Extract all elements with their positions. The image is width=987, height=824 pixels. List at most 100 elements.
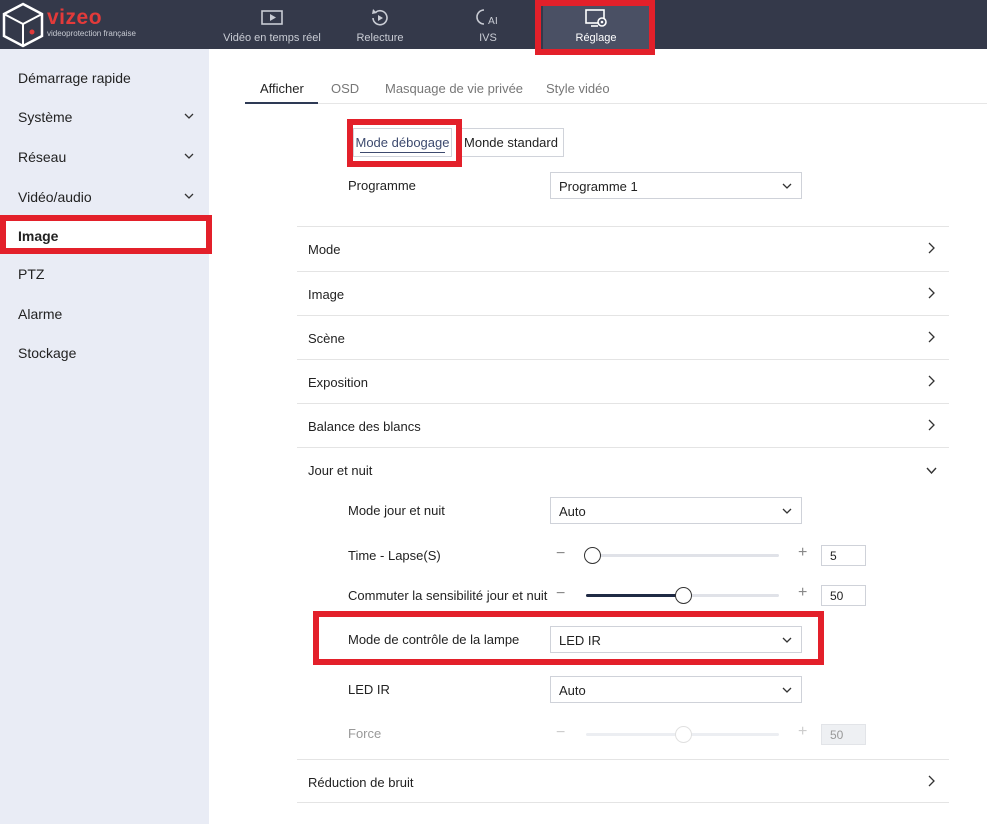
chevron-right-icon — [928, 242, 935, 254]
chevron-down-icon — [184, 193, 194, 199]
section-label: Image — [308, 287, 345, 302]
sidebar-item-label: Système — [18, 109, 73, 125]
day-night-mode-select[interactable]: Auto — [550, 497, 802, 524]
day-night-mode-value: Auto — [559, 504, 586, 519]
active-tab-indicator — [245, 102, 318, 104]
sidebar-item-label: Vidéo/audio — [18, 189, 92, 205]
programme-value: Programme 1 — [559, 179, 638, 194]
chevron-down-icon — [184, 153, 194, 159]
increase-button[interactable]: + — [798, 544, 807, 562]
decrease-button[interactable]: − — [556, 585, 565, 603]
nav-replay[interactable]: Relecture — [350, 0, 410, 49]
section-mode[interactable]: Mode — [297, 226, 949, 270]
chevron-down-icon — [782, 637, 792, 643]
chevron-down-icon — [782, 508, 792, 514]
brand-logo: vizeo videoprotection française — [0, 0, 210, 49]
nav-ivs-label: IVS — [479, 32, 497, 44]
slider-fill — [586, 594, 683, 597]
force-value-input: 50 — [821, 724, 866, 745]
sensitivity-value-input[interactable]: 50 — [821, 585, 866, 606]
led-ir-label: LED IR — [348, 682, 390, 697]
sidebar-item-network[interactable]: Réseau — [0, 139, 209, 175]
nav-settings[interactable]: Réglage — [543, 0, 649, 49]
nav-live-video[interactable]: Vidéo en temps réel — [218, 0, 326, 49]
settings-monitor-icon — [585, 9, 607, 27]
section-label: Exposition — [308, 375, 368, 390]
section-exposition[interactable]: Exposition — [297, 359, 949, 403]
increase-button[interactable]: + — [798, 584, 807, 602]
sidebar-item-label: PTZ — [18, 266, 45, 282]
chevron-down-icon — [782, 183, 792, 189]
tab-privacy-mask[interactable]: Masquage de vie privée — [385, 81, 523, 96]
tab-afficher[interactable]: Afficher — [260, 81, 304, 96]
nav-ivs[interactable]: AI IVS — [462, 0, 514, 49]
section-label: Mode — [308, 242, 341, 257]
section-noise-reduction[interactable]: Réduction de bruit — [297, 759, 949, 803]
section-day-night[interactable]: Jour et nuit — [297, 447, 949, 491]
tab-osd[interactable]: OSD — [331, 81, 359, 96]
section-scene[interactable]: Scène — [297, 315, 949, 359]
top-bar: vizeo videoprotection française Vidéo en… — [0, 0, 987, 49]
led-ir-value: Auto — [559, 683, 586, 698]
nav-replay-label: Relecture — [356, 32, 404, 44]
live-video-icon — [261, 10, 283, 25]
slider-thumb[interactable] — [674, 587, 692, 604]
svg-text:AI: AI — [488, 16, 498, 27]
sidebar-item-quick-start[interactable]: Démarrage rapide — [0, 60, 209, 96]
day-night-mode-label: Mode jour et nuit — [348, 503, 445, 518]
decrease-button[interactable]: − — [556, 545, 565, 563]
sidebar-item-video-audio[interactable]: Vidéo/audio — [0, 179, 209, 215]
section-label: Jour et nuit — [308, 463, 373, 478]
logo-cube-icon — [2, 2, 44, 48]
programme-label: Programme — [348, 178, 416, 193]
standard-mode-button[interactable]: Monde standard — [458, 128, 564, 157]
slider-thumb[interactable] — [583, 547, 601, 564]
tab-bar: Afficher OSD Masquage de vie privée Styl… — [245, 72, 987, 104]
sidebar-item-storage[interactable]: Stockage — [0, 335, 209, 371]
sidebar-item-label: Démarrage rapide — [18, 70, 131, 86]
force-slider: − + 50 — [556, 723, 866, 745]
slider-track[interactable] — [583, 547, 779, 564]
sidebar-item-image[interactable]: Image — [0, 218, 209, 254]
nav-settings-label: Réglage — [575, 32, 617, 44]
slider-thumb — [674, 726, 692, 743]
sidebar-item-label: Réseau — [18, 149, 67, 165]
replay-icon — [372, 9, 388, 26]
sidebar-item-label: Alarme — [18, 306, 63, 322]
chevron-right-icon — [928, 331, 935, 343]
section-image[interactable]: Image — [297, 271, 949, 315]
timelapse-label: Time - Lapse(S) — [348, 548, 441, 563]
increase-button: + — [798, 723, 808, 740]
timelapse-slider: − + 5 — [556, 544, 866, 566]
lamp-control-label: Mode de contrôle de la lampe — [348, 632, 520, 647]
tab-video-style[interactable]: Style vidéo — [546, 81, 610, 96]
sidebar-item-system[interactable]: Système — [0, 99, 209, 135]
sensitivity-slider: − + 50 — [556, 584, 866, 606]
chevron-right-icon — [928, 419, 935, 431]
section-white-balance[interactable]: Balance des blancs — [297, 403, 949, 447]
chevron-down-icon — [184, 113, 194, 119]
programme-select[interactable]: Programme 1 — [550, 172, 802, 199]
section-label: Scène — [308, 331, 345, 346]
chevron-down-icon — [926, 467, 937, 474]
brand-name: vizeo — [47, 6, 103, 29]
lamp-control-value: LED IR — [559, 633, 601, 648]
ivs-ai-icon: AI — [476, 9, 498, 27]
led-ir-select[interactable]: Auto — [550, 676, 802, 703]
section-label: Réduction de bruit — [308, 775, 414, 790]
slider-track[interactable] — [586, 587, 779, 604]
section-label: Balance des blancs — [308, 419, 421, 434]
sidebar: Démarrage rapide Système Réseau Vidéo/au… — [0, 49, 209, 824]
debug-mode-button[interactable]: Mode débogage — [353, 128, 452, 157]
sidebar-item-alarm[interactable]: Alarme — [0, 296, 209, 332]
brand-tagline: videoprotection française — [47, 29, 136, 38]
decrease-button: − — [556, 724, 566, 741]
chevron-right-icon — [928, 375, 935, 387]
lamp-control-select[interactable]: LED IR — [550, 626, 802, 653]
slider-track — [586, 726, 779, 743]
chevron-down-icon — [782, 687, 792, 693]
timelapse-value-input[interactable]: 5 — [821, 545, 866, 566]
force-label: Force — [348, 726, 382, 741]
sidebar-item-label: Stockage — [18, 345, 77, 361]
sidebar-item-ptz[interactable]: PTZ — [0, 256, 209, 292]
